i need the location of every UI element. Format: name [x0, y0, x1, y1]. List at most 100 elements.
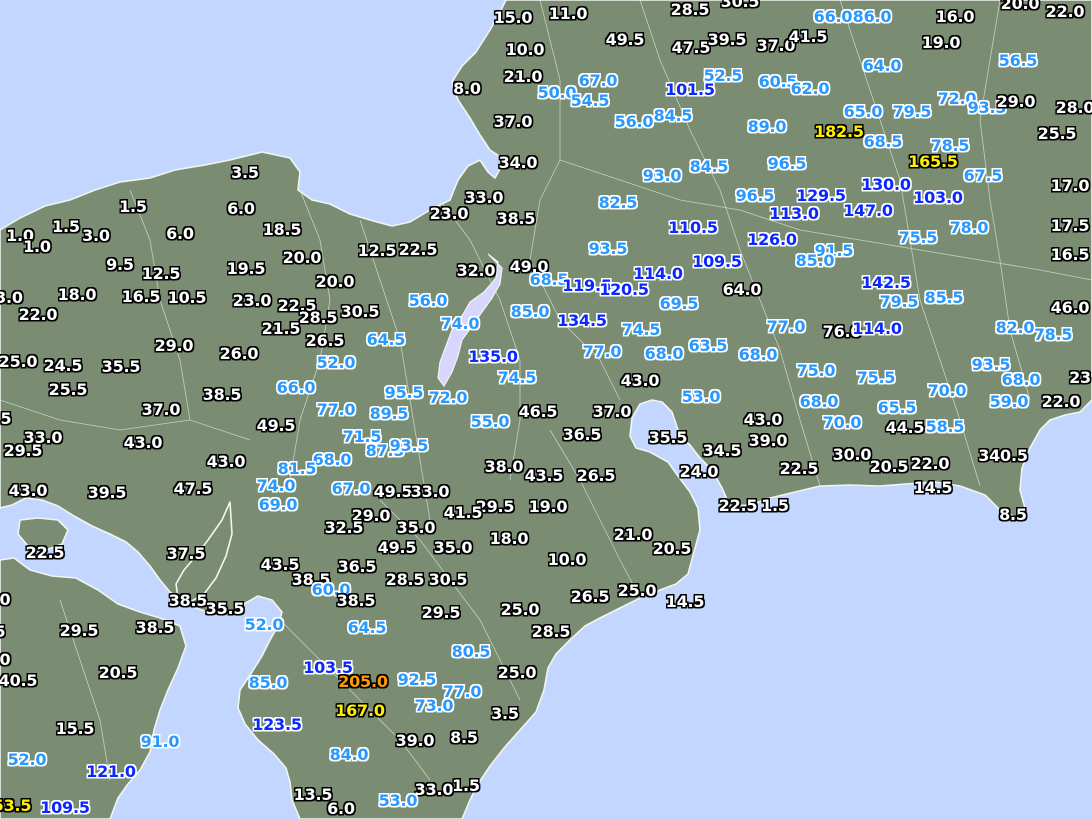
rainfall-value: 77.0 [316, 400, 356, 419]
rainfall-value: 19.0 [921, 33, 961, 52]
rainfall-value: 8.5 [450, 728, 478, 747]
rainfall-value: 16.5 [1050, 245, 1090, 264]
rainfall-value: 6.0 [327, 799, 355, 818]
rainfall-value: 21.0 [613, 525, 653, 544]
rainfall-value: 30.5 [720, 0, 760, 11]
rainfall-value: 109.5 [40, 798, 90, 817]
rainfall-value: 15.5 [55, 719, 95, 738]
rainfall-value: 167.0 [335, 701, 385, 720]
rainfall-value: 74.5 [497, 368, 537, 387]
rainfall-value: 67.0 [578, 71, 618, 90]
rainfall-value: 75.5 [856, 368, 896, 387]
rainfall-value: 39.5 [87, 483, 127, 502]
rainfall-value: 340.5 [978, 446, 1028, 465]
rainfall-value: 84.5 [689, 157, 729, 176]
rainfall-value: 22.5 [779, 459, 819, 478]
rainfall-value: 30.0 [832, 445, 872, 464]
rainfall-value: 29.5 [3, 441, 43, 460]
rainfall-value: 39.0 [395, 731, 435, 750]
rainfall-value: 89.0 [747, 117, 787, 136]
rainfall-value: 47.5 [671, 38, 711, 57]
rainfall-value: 85.0 [795, 251, 835, 270]
rainfall-value: 24.5 [43, 356, 83, 375]
rainfall-value: 41.5 [443, 503, 483, 522]
rainfall-value: 74.5 [621, 320, 661, 339]
rainfall-value: 78.0 [949, 218, 989, 237]
rainfall-value: 38.0 [484, 457, 524, 476]
rainfall-value: 64.0 [862, 56, 902, 75]
rainfall-value: 80.5 [451, 642, 491, 661]
rainfall-value: 130.0 [861, 175, 911, 194]
rainfall-value: 17.0 [1050, 176, 1090, 195]
rainfall-value: 91.0 [140, 732, 180, 751]
rainfall-value: 79.5 [879, 292, 919, 311]
rainfall-value: 49.5 [605, 30, 645, 49]
rainfall-value: 147.0 [843, 201, 893, 220]
rainfall-value: 53.5 [0, 796, 32, 815]
rainfall-value: 68.0 [799, 392, 839, 411]
rainfall-value: 84.5 [653, 106, 693, 125]
rainfall-value: 110.5 [668, 218, 718, 237]
rainfall-value: 21.0 [503, 67, 543, 86]
rainfall-value: 16.5 [121, 287, 161, 306]
rainfall-value: 95.5 [384, 383, 424, 402]
rainfall-value: 38.5 [168, 591, 208, 610]
rainfall-value: 78.5 [1033, 325, 1073, 344]
rainfall-value: 30.5 [428, 570, 468, 589]
rainfall-map[interactable]: 15.0 11.0 28.5 30.5 66.0 86.0 16.0 20.0 22.0 10.0… [0, 0, 1092, 819]
rainfall-value: 68.5 [863, 132, 903, 151]
rainfall-value: 18.0 [57, 285, 97, 304]
rainfall-value: 74.0 [440, 314, 480, 333]
rainfall-value: 22.0 [910, 454, 950, 473]
rainfall-value: 12.5 [141, 264, 181, 283]
rainfall-value: 28.5 [385, 570, 425, 589]
rainfall-value: 35.0 [396, 518, 436, 537]
rainfall-value: 43.5 [524, 466, 564, 485]
rainfall-value: 6.0 [166, 224, 194, 243]
rainfall-value: 55.0 [470, 412, 510, 431]
rainfall-value: 44.5 [885, 418, 925, 437]
rainfall-value: 8.0 [453, 79, 481, 98]
rainfall-value: 75.0 [796, 361, 836, 380]
rainfall-value: 3.0 [0, 288, 23, 307]
rainfall-value: 81.5 [277, 459, 317, 478]
rainfall-value: 10.5 [167, 288, 207, 307]
rainfall-value: 70.0 [822, 413, 862, 432]
rainfall-value: 93.0 [642, 166, 682, 185]
rainfall-value: 5 [0, 409, 12, 428]
rainfall-value: 33.0 [410, 482, 450, 501]
rainfall-value: 22.0 [1045, 2, 1085, 21]
rainfall-value: 35.5 [648, 428, 688, 447]
rainfall-value: 67.5 [963, 166, 1003, 185]
rainfall-value: 205.0 [338, 672, 388, 691]
rainfall-value: 65.5 [877, 398, 917, 417]
rainfall-value: 165.5 [908, 152, 958, 171]
rainfall-value: 59.0 [989, 392, 1029, 411]
rainfall-value: 29.5 [421, 603, 461, 622]
rainfall-value: 8.5 [999, 505, 1027, 524]
rainfall-value: 28.5 [670, 0, 710, 19]
rainfall-value: 46.0 [1050, 298, 1090, 317]
rainfall-value: 33.0 [414, 780, 454, 799]
rainfall-value: 15.0 [493, 8, 533, 27]
rainfall-value: 1.5 [119, 197, 147, 216]
rainfall-value: 53.0 [378, 791, 418, 810]
rainfall-value: 22.5 [25, 543, 65, 562]
rainfall-value: 66.0 [276, 378, 316, 397]
rainfall-value: 34.5 [702, 441, 742, 460]
rainfall-value: 82.0 [995, 318, 1035, 337]
rainfall-value: 43.0 [743, 410, 783, 429]
rainfall-value: 1.5 [761, 496, 789, 515]
rainfall-value: 35.5 [101, 357, 141, 376]
rainfall-value: 35.5 [205, 599, 245, 618]
rainfall-value: 74.0 [256, 476, 296, 495]
rainfall-value: 56.0 [408, 291, 448, 310]
rainfall-value: 109.5 [692, 252, 742, 271]
rainfall-value: 69.0 [258, 495, 298, 514]
rainfall-value: 18.0 [489, 529, 529, 548]
rainfall-value: 0 [0, 590, 11, 609]
rainfall-value: 6.0 [227, 199, 255, 218]
rainfall-value: 25.0 [0, 352, 38, 371]
rainfall-value: 3.5 [491, 704, 519, 723]
rainfall-value: 26.5 [305, 331, 345, 350]
